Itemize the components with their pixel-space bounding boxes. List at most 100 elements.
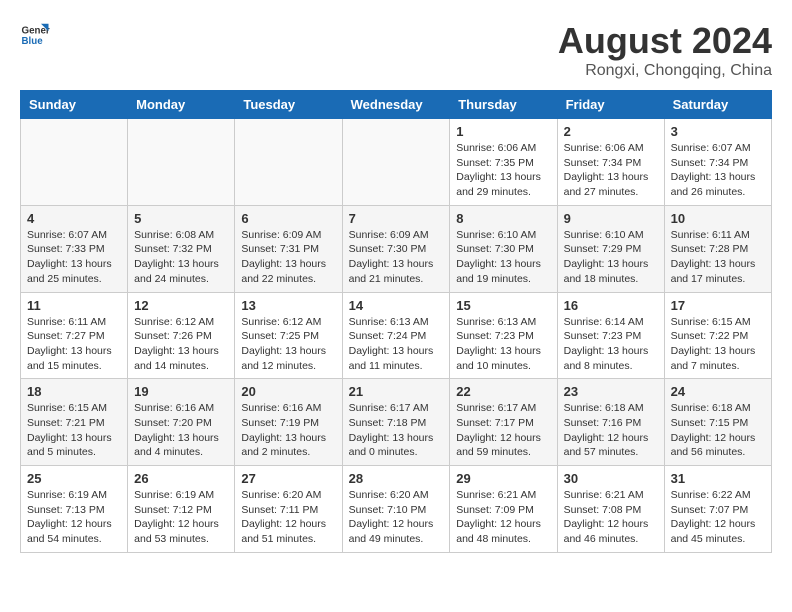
title-section: August 2024 Rongxi, Chongqing, China [558, 20, 772, 80]
day-number: 13 [241, 298, 335, 313]
calendar-week-2: 4Sunrise: 6:07 AM Sunset: 7:33 PM Daylig… [21, 205, 772, 292]
day-info: Sunrise: 6:12 AM Sunset: 7:25 PM Dayligh… [241, 315, 335, 374]
day-info: Sunrise: 6:10 AM Sunset: 7:30 PM Dayligh… [456, 228, 550, 287]
calendar-cell: 30 Sunrise: 6:21 AM Sunset: 7:08 PM Dayli… [557, 466, 664, 553]
day-number: 3 [671, 124, 765, 139]
calendar-week-1: 1 Sunrise: 6:06 AM Sunset: 7:35 PM Daylig… [21, 119, 772, 206]
day-number: 7 [349, 211, 444, 226]
day-info: Sunrise: 6:17 AM Sunset: 7:17 PM Dayligh… [456, 401, 550, 460]
day-number: 24 [671, 384, 765, 399]
day-info: Sunrise: 6:21 AM Sunset: 7:09 PM Dayligh… [456, 488, 550, 547]
calendar-cell: 14 Sunrise: 6:13 AM Sunset: 7:24 PM Dayli… [342, 292, 450, 379]
calendar-cell: 15 Sunrise: 6:13 AM Sunset: 7:23 PM Dayli… [450, 292, 557, 379]
weekday-header-friday: Friday [557, 91, 664, 119]
calendar-cell: 24 Sunrise: 6:18 AM Sunset: 7:15 PM Dayli… [664, 379, 771, 466]
weekday-header-sunday: Sunday [21, 91, 128, 119]
calendar-cell: 26Sunrise: 6:19 AM Sunset: 7:12 PM Dayli… [128, 466, 235, 553]
day-info: Sunrise: 6:16 AM Sunset: 7:19 PM Dayligh… [241, 401, 335, 460]
day-number: 16 [564, 298, 658, 313]
day-number: 30 [564, 471, 658, 486]
logo: General Blue [20, 20, 50, 50]
day-number: 17 [671, 298, 765, 313]
location-subtitle: Rongxi, Chongqing, China [558, 62, 772, 80]
day-info: Sunrise: 6:06 AM Sunset: 7:34 PM Dayligh… [564, 141, 658, 200]
day-number: 27 [241, 471, 335, 486]
calendar-cell: 21 Sunrise: 6:17 AM Sunset: 7:18 PM Dayli… [342, 379, 450, 466]
calendar-cell: 17 Sunrise: 6:15 AM Sunset: 7:22 PM Dayli… [664, 292, 771, 379]
day-info: Sunrise: 6:14 AM Sunset: 7:23 PM Dayligh… [564, 315, 658, 374]
calendar-cell [235, 119, 342, 206]
calendar-cell: 12 Sunrise: 6:12 AM Sunset: 7:26 PM Dayli… [128, 292, 235, 379]
day-number: 4 [27, 211, 121, 226]
day-info: Sunrise: 6:12 AM Sunset: 7:26 PM Dayligh… [134, 315, 228, 374]
calendar-cell: 2 Sunrise: 6:06 AM Sunset: 7:34 PM Daylig… [557, 119, 664, 206]
day-number: 20 [241, 384, 335, 399]
day-info: Sunrise: 6:08 AM Sunset: 7:32 PM Dayligh… [134, 228, 228, 287]
calendar-cell: 23 Sunrise: 6:18 AM Sunset: 7:16 PM Dayli… [557, 379, 664, 466]
day-number: 1 [456, 124, 550, 139]
day-number: 15 [456, 298, 550, 313]
calendar-cell: 5 Sunrise: 6:08 AM Sunset: 7:32 PM Daylig… [128, 205, 235, 292]
calendar-cell: 29 Sunrise: 6:21 AM Sunset: 7:09 PM Dayli… [450, 466, 557, 553]
day-number: 21 [349, 384, 444, 399]
day-info: Sunrise: 6:18 AM Sunset: 7:15 PM Dayligh… [671, 401, 765, 460]
calendar-cell: 7 Sunrise: 6:09 AM Sunset: 7:30 PM Daylig… [342, 205, 450, 292]
day-number: 18 [27, 384, 121, 399]
weekday-header-monday: Monday [128, 91, 235, 119]
day-number: 5 [134, 211, 228, 226]
day-number: 14 [349, 298, 444, 313]
day-info: Sunrise: 6:21 AM Sunset: 7:08 PM Dayligh… [564, 488, 658, 547]
day-info: Sunrise: 6:11 AM Sunset: 7:27 PM Dayligh… [27, 315, 121, 374]
day-number: 22 [456, 384, 550, 399]
calendar-table: SundayMondayTuesdayWednesdayThursdayFrid… [20, 90, 772, 553]
day-number: 8 [456, 211, 550, 226]
calendar-cell: 6 Sunrise: 6:09 AM Sunset: 7:31 PM Daylig… [235, 205, 342, 292]
day-info: Sunrise: 6:19 AM Sunset: 7:13 PM Dayligh… [27, 488, 121, 547]
calendar-cell: 4Sunrise: 6:07 AM Sunset: 7:33 PM Daylig… [21, 205, 128, 292]
day-number: 10 [671, 211, 765, 226]
calendar-cell: 27 Sunrise: 6:20 AM Sunset: 7:11 PM Dayli… [235, 466, 342, 553]
day-info: Sunrise: 6:15 AM Sunset: 7:22 PM Dayligh… [671, 315, 765, 374]
day-number: 11 [27, 298, 121, 313]
month-year-title: August 2024 [558, 20, 772, 62]
calendar-cell: 20 Sunrise: 6:16 AM Sunset: 7:19 PM Dayli… [235, 379, 342, 466]
calendar-cell: 25 Sunrise: 6:19 AM Sunset: 7:13 PM Dayli… [21, 466, 128, 553]
day-number: 28 [349, 471, 444, 486]
calendar-cell: 28Sunrise: 6:20 AM Sunset: 7:10 PM Dayli… [342, 466, 450, 553]
day-number: 2 [564, 124, 658, 139]
calendar-cell: 10 Sunrise: 6:11 AM Sunset: 7:28 PM Dayli… [664, 205, 771, 292]
calendar-cell: 1 Sunrise: 6:06 AM Sunset: 7:35 PM Daylig… [450, 119, 557, 206]
day-number: 6 [241, 211, 335, 226]
day-info: Sunrise: 6:13 AM Sunset: 7:23 PM Dayligh… [456, 315, 550, 374]
day-info: Sunrise: 6:13 AM Sunset: 7:24 PM Dayligh… [349, 315, 444, 374]
day-number: 12 [134, 298, 228, 313]
calendar-cell: 31Sunrise: 6:22 AM Sunset: 7:07 PM Dayli… [664, 466, 771, 553]
day-info: Sunrise: 6:15 AM Sunset: 7:21 PM Dayligh… [27, 401, 121, 460]
day-info: Sunrise: 6:11 AM Sunset: 7:28 PM Dayligh… [671, 228, 765, 287]
calendar-cell: 8 Sunrise: 6:10 AM Sunset: 7:30 PM Daylig… [450, 205, 557, 292]
calendar-cell: 16 Sunrise: 6:14 AM Sunset: 7:23 PM Dayli… [557, 292, 664, 379]
calendar-cell [21, 119, 128, 206]
calendar-cell: 3Sunrise: 6:07 AM Sunset: 7:34 PM Daylig… [664, 119, 771, 206]
day-number: 9 [564, 211, 658, 226]
calendar-cell: 22 Sunrise: 6:17 AM Sunset: 7:17 PM Dayli… [450, 379, 557, 466]
day-info: Sunrise: 6:09 AM Sunset: 7:31 PM Dayligh… [241, 228, 335, 287]
day-info: Sunrise: 6:18 AM Sunset: 7:16 PM Dayligh… [564, 401, 658, 460]
day-number: 25 [27, 471, 121, 486]
day-number: 29 [456, 471, 550, 486]
calendar-week-3: 11 Sunrise: 6:11 AM Sunset: 7:27 PM Dayli… [21, 292, 772, 379]
page-header: General Blue August 2024 Rongxi, Chongqi… [20, 20, 772, 80]
day-info: Sunrise: 6:17 AM Sunset: 7:18 PM Dayligh… [349, 401, 444, 460]
logo-icon: General Blue [20, 20, 50, 50]
day-info: Sunrise: 6:20 AM Sunset: 7:11 PM Dayligh… [241, 488, 335, 547]
weekday-header-row: SundayMondayTuesdayWednesdayThursdayFrid… [21, 91, 772, 119]
weekday-header-saturday: Saturday [664, 91, 771, 119]
calendar-cell: 18 Sunrise: 6:15 AM Sunset: 7:21 PM Dayli… [21, 379, 128, 466]
day-info: Sunrise: 6:09 AM Sunset: 7:30 PM Dayligh… [349, 228, 444, 287]
day-number: 23 [564, 384, 658, 399]
day-info: Sunrise: 6:19 AM Sunset: 7:12 PM Dayligh… [134, 488, 228, 547]
weekday-header-thursday: Thursday [450, 91, 557, 119]
calendar-cell: 9Sunrise: 6:10 AM Sunset: 7:29 PM Daylig… [557, 205, 664, 292]
day-info: Sunrise: 6:06 AM Sunset: 7:35 PM Dayligh… [456, 141, 550, 200]
day-info: Sunrise: 6:22 AM Sunset: 7:07 PM Dayligh… [671, 488, 765, 547]
